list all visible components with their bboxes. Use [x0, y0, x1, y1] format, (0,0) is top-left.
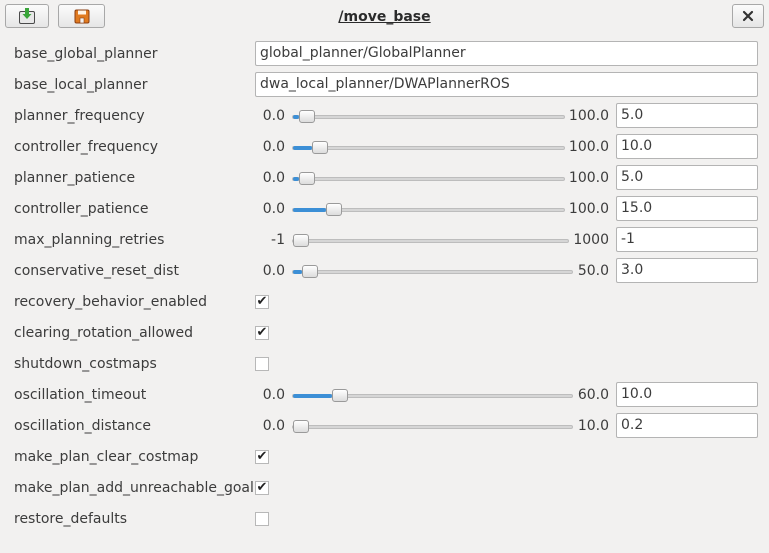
param-value-field[interactable]: 0.2: [616, 413, 758, 438]
slider-handle[interactable]: [331, 389, 348, 402]
slider-handle[interactable]: [293, 234, 309, 247]
slider-handle[interactable]: [298, 110, 315, 123]
param-label: restore_defaults: [14, 511, 128, 527]
param-label: controller_patience: [14, 201, 149, 217]
checkmark-icon: ✔: [256, 449, 268, 464]
param-label: oscillation_timeout: [14, 387, 147, 403]
param-text-field[interactable]: dwa_local_planner/DWAPlannerROS: [255, 72, 758, 97]
close-icon: [742, 10, 754, 22]
param-row-restore-defaults: restore_defaults: [0, 504, 769, 535]
slider-min-label: 0.0: [262, 263, 285, 279]
slider-track[interactable]: [292, 265, 573, 278]
toolbar: /move_base: [0, 0, 769, 36]
slider-track[interactable]: [292, 420, 573, 433]
param-label: make_plan_clear_costmap: [14, 449, 199, 465]
slider-min-label: 0.0: [262, 170, 285, 186]
param-label: base_local_planner: [14, 77, 148, 93]
param-checkbox[interactable]: ✔: [255, 450, 269, 464]
slider-max-label: 100.0: [568, 139, 609, 155]
slider-fill: [293, 177, 299, 181]
param-checkbox[interactable]: [255, 512, 269, 526]
param-value-field[interactable]: 5.0: [616, 103, 758, 128]
param-label: oscillation_distance: [14, 418, 151, 434]
param-label: shutdown_costmaps: [14, 356, 157, 372]
slider-track[interactable]: [292, 172, 565, 185]
param-row-max-planning-retries: max_planning_retries -1 1000 -1: [0, 225, 769, 256]
slider-max-label: 60.0: [577, 387, 609, 403]
slider-max-label: 100.0: [568, 170, 609, 186]
slider-max-label: 50.0: [577, 263, 609, 279]
param-label: planner_frequency: [14, 108, 145, 124]
slider-track[interactable]: [292, 110, 565, 123]
param-row-planner-patience: planner_patience 0.0 100.0 5.0: [0, 163, 769, 194]
checkmark-icon: ✔: [256, 480, 268, 495]
param-label: max_planning_retries: [14, 232, 165, 248]
slider-handle[interactable]: [301, 265, 318, 278]
slider-min-label: 0.0: [262, 139, 285, 155]
window-title: /move_base: [338, 9, 431, 25]
slider-fill: [293, 115, 299, 119]
slider-min-label: 0.0: [262, 387, 285, 403]
param-checkbox[interactable]: ✔: [255, 326, 269, 340]
param-checkbox[interactable]: ✔: [255, 481, 269, 495]
slider-min-label: -1: [271, 232, 285, 248]
slider-handle[interactable]: [312, 141, 329, 154]
close-button[interactable]: [732, 4, 764, 28]
param-row-base-global-planner: base_global_planner global_planner/Global…: [0, 39, 769, 70]
slider-handle[interactable]: [293, 420, 309, 433]
slider-track[interactable]: [292, 203, 565, 216]
param-checkbox[interactable]: [255, 357, 269, 371]
param-label: clearing_rotation_allowed: [14, 325, 193, 341]
param-row-base-local-planner: base_local_planner dwa_local_planner/DWAP…: [0, 70, 769, 101]
param-value-field[interactable]: 15.0: [616, 196, 758, 221]
param-text-field[interactable]: global_planner/GlobalPlanner: [255, 41, 758, 66]
slider-fill: [293, 146, 313, 150]
slider-min-label: 0.0: [262, 418, 285, 434]
slider-handle[interactable]: [325, 203, 342, 216]
slider-fill: [293, 208, 326, 212]
slider-min-label: 0.0: [262, 108, 285, 124]
param-row-oscillation-timeout: oscillation_timeout 0.0 60.0 10.0: [0, 380, 769, 411]
slider-track[interactable]: [292, 234, 569, 247]
param-row-controller-patience: controller_patience 0.0 100.0 15.0: [0, 194, 769, 225]
slider-min-label: 0.0: [262, 201, 285, 217]
param-checkbox[interactable]: ✔: [255, 295, 269, 309]
param-label: recovery_behavior_enabled: [14, 294, 208, 310]
param-value-field[interactable]: 10.0: [616, 382, 758, 407]
param-label: planner_patience: [14, 170, 136, 186]
checkmark-icon: ✔: [256, 325, 268, 340]
slider-track[interactable]: [292, 389, 573, 402]
param-row-make-plan-add-unreachable-goal: make_plan_add_unreachable_goal ✔: [0, 473, 769, 504]
param-value-field[interactable]: -1: [616, 227, 758, 252]
param-row-clearing-rotation-allowed: clearing_rotation_allowed ✔: [0, 318, 769, 349]
param-label: conservative_reset_dist: [14, 263, 179, 279]
param-row-shutdown-costmaps: shutdown_costmaps: [0, 349, 769, 380]
slider-fill: [293, 394, 332, 398]
slider-track[interactable]: [292, 141, 565, 154]
slider-handle[interactable]: [298, 172, 315, 185]
param-label: controller_frequency: [14, 139, 159, 155]
param-row-recovery-behavior-enabled: recovery_behavior_enabled ✔: [0, 287, 769, 318]
param-row-planner-frequency: planner_frequency 0.0 100.0 5.0: [0, 101, 769, 132]
param-value-field[interactable]: 5.0: [616, 165, 758, 190]
slider-max-label: 1000: [573, 232, 609, 248]
param-label: make_plan_add_unreachable_goal: [14, 480, 254, 496]
param-label: base_global_planner: [14, 46, 158, 62]
param-value-field[interactable]: 3.0: [616, 258, 758, 283]
slider-max-label: 100.0: [568, 108, 609, 124]
param-row-conservative-reset-dist: conservative_reset_dist 0.0 50.0 3.0: [0, 256, 769, 287]
param-row-make-plan-clear-costmap: make_plan_clear_costmap ✔: [0, 442, 769, 473]
checkmark-icon: ✔: [256, 294, 268, 309]
slider-fill: [293, 270, 302, 274]
slider-max-label: 10.0: [577, 418, 609, 434]
param-row-oscillation-distance: oscillation_distance 0.0 10.0 0.2: [0, 411, 769, 442]
param-value-field[interactable]: 10.0: [616, 134, 758, 159]
param-row-controller-frequency: controller_frequency 0.0 100.0 10.0: [0, 132, 769, 163]
slider-max-label: 100.0: [568, 201, 609, 217]
